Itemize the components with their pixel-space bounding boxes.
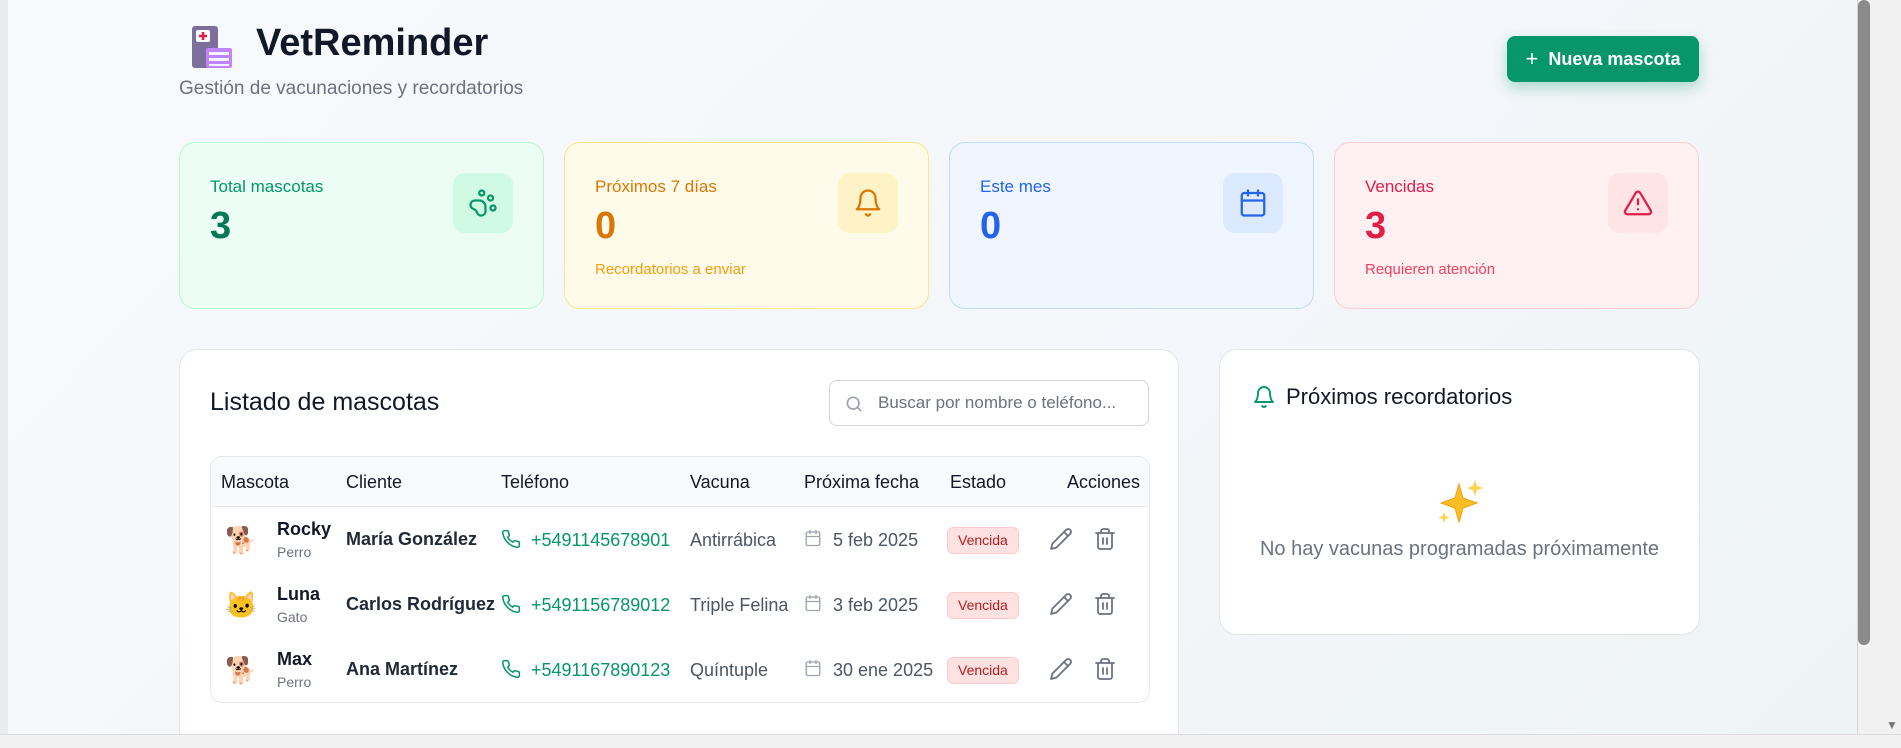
next-date: 30 ene 2025 bbox=[833, 660, 934, 680]
scrollbar-thumb[interactable] bbox=[1858, 0, 1870, 645]
client-name: Ana Martínez bbox=[346, 659, 459, 679]
phone-link[interactable]: +5491156789012 bbox=[531, 595, 670, 616]
pet-list-title: Listado de mascotas bbox=[210, 388, 440, 416]
app-subtitle: Gestión de vacunaciones y recordatorios bbox=[179, 78, 524, 99]
client-name: María González bbox=[346, 529, 478, 549]
column-header-vaccine: Vacuna bbox=[690, 472, 750, 492]
stat-label: Este mes bbox=[980, 177, 1051, 196]
vaccine-name: Quíntuple bbox=[690, 660, 769, 680]
stat-card-next-7-days: Próximos 7 días 0 Recordatorios a enviar bbox=[564, 142, 929, 309]
search-input[interactable] bbox=[878, 381, 1140, 425]
sparkles-icon bbox=[1438, 480, 1483, 524]
stat-value: 3 bbox=[1365, 205, 1387, 247]
phone-link[interactable]: +5491167890123 bbox=[531, 660, 670, 681]
calendar-icon bbox=[805, 594, 821, 612]
edit-icon[interactable] bbox=[1049, 657, 1073, 681]
pet-species: Gato bbox=[277, 609, 308, 625]
stat-label: Total mascotas bbox=[210, 177, 324, 196]
bell-icon bbox=[855, 189, 881, 217]
phone-icon bbox=[502, 529, 521, 549]
horizontal-scrollbar[interactable] bbox=[0, 734, 1901, 748]
status-badge: Vencida bbox=[947, 657, 1019, 684]
new-pet-button-label: Nueva mascota bbox=[1548, 48, 1681, 69]
stat-sub: Recordatorios a enviar bbox=[595, 261, 746, 278]
stat-label: Vencidas bbox=[1365, 177, 1434, 196]
trash-icon[interactable] bbox=[1093, 657, 1117, 681]
dog-icon: 🐕 bbox=[225, 655, 258, 685]
stat-icon-box bbox=[838, 173, 898, 233]
table-row: 🐕 Max Perro Ana Martínez +5491167890123 … bbox=[211, 637, 1149, 702]
reminders-panel: Próximos recordatorios No hay vacunas pr… bbox=[1219, 349, 1700, 635]
pet-name: Max bbox=[277, 649, 313, 669]
stat-value: 0 bbox=[595, 205, 617, 247]
pet-name: Rocky bbox=[277, 519, 332, 539]
phone-icon bbox=[502, 594, 521, 614]
plus-icon: + bbox=[1525, 46, 1539, 71]
warning-icon bbox=[1623, 190, 1653, 216]
page-header: VetReminder Gestión de vacunaciones y re… bbox=[170, 20, 1700, 110]
empty-state-text: No hay vacunas programadas próximamente bbox=[1259, 538, 1660, 560]
client-name: Carlos Rodríguez bbox=[346, 594, 496, 614]
stat-label: Próximos 7 días bbox=[595, 177, 717, 196]
next-date: 3 feb 2025 bbox=[833, 595, 919, 615]
next-date: 5 feb 2025 bbox=[833, 530, 919, 550]
stat-card-total-pets: Total mascotas 3 bbox=[179, 142, 544, 309]
phone-icon bbox=[502, 659, 521, 679]
pet-table: Mascota Cliente Teléfono Vacuna Próxima … bbox=[210, 456, 1150, 703]
new-pet-button[interactable]: + Nueva mascota bbox=[1507, 36, 1699, 82]
status-badge: Vencida bbox=[947, 592, 1019, 619]
pet-species: Perro bbox=[277, 544, 312, 560]
column-header-actions: Acciones bbox=[1067, 472, 1141, 492]
pet-species: Perro bbox=[277, 674, 312, 690]
calendar-icon bbox=[805, 659, 821, 677]
calendar-icon bbox=[1240, 189, 1266, 217]
status-badge: Vencida bbox=[947, 527, 1019, 554]
calendar-icon bbox=[805, 529, 821, 547]
paw-icon bbox=[469, 189, 497, 217]
reminders-title: Próximos recordatorios bbox=[1286, 384, 1513, 409]
search-icon bbox=[846, 396, 862, 412]
bell-icon bbox=[1254, 386, 1274, 408]
scroll-down-arrow-icon[interactable]: ▼ bbox=[1886, 718, 1898, 732]
pet-list-panel: Listado de mascotas Mascota Cliente Telé… bbox=[179, 349, 1179, 734]
edit-icon[interactable] bbox=[1049, 592, 1073, 616]
stat-value: 3 bbox=[210, 205, 232, 247]
vaccine-name: Antirrábica bbox=[690, 530, 777, 550]
stat-value: 0 bbox=[980, 205, 1002, 247]
column-header-pet: Mascota bbox=[221, 472, 290, 492]
clinic-logo-icon bbox=[192, 26, 232, 68]
app-title: VetReminder bbox=[256, 22, 489, 64]
table-row: 🐱 Luna Gato Carlos Rodríguez +5491156789… bbox=[211, 572, 1149, 637]
edit-icon[interactable] bbox=[1049, 527, 1073, 551]
stat-sub: Requieren atención bbox=[1365, 261, 1496, 278]
stat-icon-box bbox=[453, 173, 513, 233]
column-header-client: Cliente bbox=[346, 472, 403, 492]
dog-icon: 🐕 bbox=[225, 525, 258, 555]
trash-icon[interactable] bbox=[1093, 527, 1117, 551]
column-header-next-date: Próxima fecha bbox=[804, 472, 920, 492]
stat-card-this-month: Este mes 0 bbox=[949, 142, 1314, 309]
search-box[interactable] bbox=[829, 380, 1149, 426]
cat-icon: 🐱 bbox=[225, 590, 258, 620]
stat-icon-box bbox=[1608, 173, 1668, 233]
stat-icon-box bbox=[1223, 173, 1283, 233]
table-header: Mascota Cliente Teléfono Vacuna Próxima … bbox=[211, 457, 1149, 507]
pet-name: Luna bbox=[277, 584, 320, 604]
vaccine-name: Triple Felina bbox=[690, 595, 789, 615]
trash-icon[interactable] bbox=[1093, 592, 1117, 616]
stat-card-overdue: Vencidas 3 Requieren atención bbox=[1334, 142, 1699, 309]
phone-link[interactable]: +5491145678901 bbox=[531, 530, 670, 551]
table-row: 🐕 Rocky Perro María González +5491145678… bbox=[211, 507, 1149, 572]
column-header-status: Estado bbox=[950, 472, 1007, 492]
app-viewport: VetReminder Gestión de vacunaciones y re… bbox=[8, 0, 1858, 734]
column-header-phone: Teléfono bbox=[501, 472, 570, 492]
